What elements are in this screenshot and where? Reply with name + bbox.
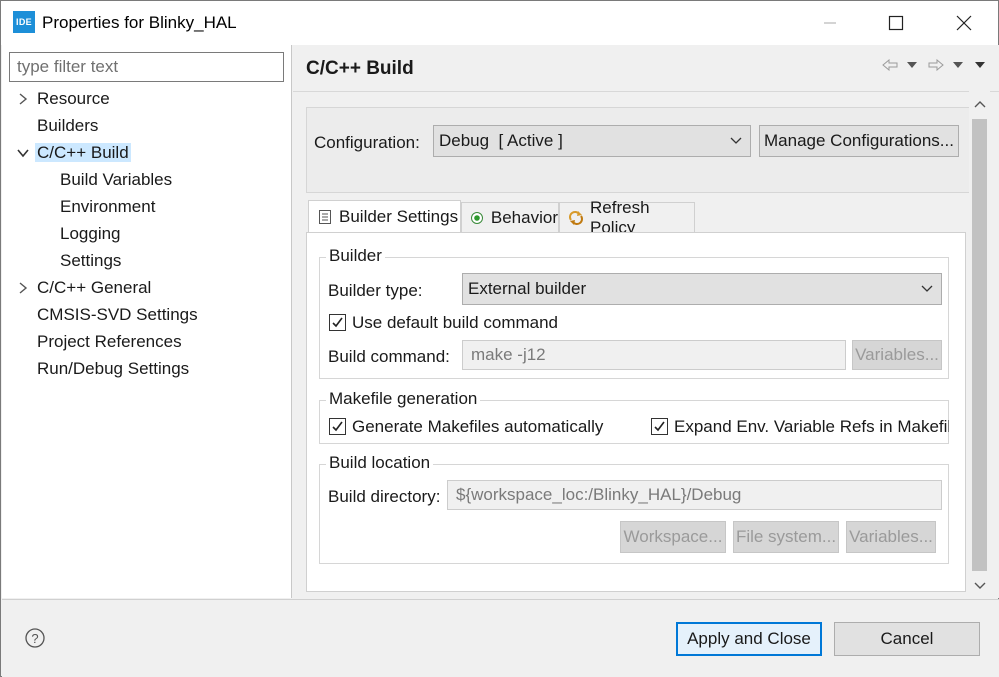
generate-makefiles-label: Generate Makefiles automatically <box>352 417 604 436</box>
tree-item-build-variables[interactable]: Build Variables <box>60 168 172 192</box>
build-command-input: make -j12 <box>462 340 846 370</box>
manage-configurations-button[interactable]: Manage Configurations... <box>759 125 959 157</box>
dialog-button-bar: ? Apply and Close Cancel <box>2 599 999 677</box>
scroll-thumb[interactable] <box>972 119 987 571</box>
cancel-button[interactable]: Cancel <box>834 622 980 656</box>
tree-item-label: Run/Debug Settings <box>37 359 190 378</box>
property-pages-panel: Resource Builders C/C++ Build Build Vari… <box>2 45 292 598</box>
workspace-button: Workspace... <box>620 521 726 553</box>
build-directory-label: Build directory: <box>328 487 441 506</box>
tree-item-label: Environment <box>60 197 156 216</box>
maximize-icon <box>888 15 904 31</box>
makefile-group-title: Makefile generation <box>326 389 481 409</box>
close-icon <box>956 15 972 31</box>
chevron-down-icon <box>921 274 933 304</box>
builder-group-title: Builder <box>326 246 385 266</box>
configuration-value: Debug [ Active ] <box>439 131 563 150</box>
minimize-button[interactable] <box>807 1 853 45</box>
configuration-label: Configuration: <box>314 133 420 152</box>
apply-and-close-button[interactable]: Apply and Close <box>676 622 822 656</box>
tree-item-label: Builders <box>37 116 99 135</box>
tab-behavior[interactable]: Behavior <box>461 202 559 232</box>
tree-item-label: Resource <box>37 89 110 108</box>
tab-builder-settings[interactable]: Builder Settings <box>308 200 461 233</box>
checkmark-icon <box>332 421 343 432</box>
tree-item-resource[interactable]: Resource <box>19 87 110 111</box>
tree-item-label: C/C++ Build <box>35 143 131 162</box>
chevron-down-icon[interactable] <box>15 141 31 165</box>
properties-dialog: IDE Properties for Blinky_HAL Resource B… <box>0 0 999 677</box>
close-button[interactable] <box>941 1 987 45</box>
help-icon[interactable]: ? <box>25 628 45 648</box>
builder-type-select[interactable]: External builder <box>462 273 942 305</box>
tree-item-label: CMSIS-SVD Settings <box>37 305 198 324</box>
forward-arrow-icon[interactable] <box>927 55 945 75</box>
tree-item-label: Build Variables <box>60 170 173 189</box>
chevron-down-icon <box>730 126 742 156</box>
expand-env-refs-checkbox[interactable] <box>651 418 668 435</box>
svg-text:?: ? <box>31 631 38 646</box>
tab-refresh-policy[interactable]: Refresh Policy <box>559 198 695 237</box>
page-navigation <box>881 55 991 75</box>
back-arrow-icon[interactable] <box>881 55 899 75</box>
tree-item-environment[interactable]: Environment <box>60 195 155 219</box>
radio-icon <box>470 210 485 226</box>
build-command-label: Build command: <box>328 347 450 366</box>
tree-item-settings[interactable]: Settings <box>60 249 121 273</box>
expand-env-refs-label: Expand Env. Variable Refs in Makefiles <box>674 417 949 436</box>
forward-menu-chevron-icon[interactable] <box>951 55 965 75</box>
use-default-command-checkbox[interactable] <box>329 314 346 331</box>
vertical-scrollbar[interactable] <box>969 91 990 598</box>
tree-item-project-references[interactable]: Project References <box>37 330 182 354</box>
tab-label: Builder Settings <box>339 207 459 226</box>
use-default-command-label: Use default build command <box>352 313 559 332</box>
tab-label: Behavior <box>490 207 558 227</box>
build-directory-input: ${workspace_loc:/Blinky_HAL}/Debug <box>447 480 942 510</box>
tree-item-cpp-general[interactable]: C/C++ General <box>19 276 152 300</box>
builder-type-value: External builder <box>468 279 587 298</box>
view-menu-icon[interactable] <box>973 55 987 75</box>
tree-item-label: C/C++ General <box>37 278 152 297</box>
build-location-group-title: Build location <box>326 453 434 473</box>
checkmark-icon <box>332 317 343 328</box>
window-title: Properties for Blinky_HAL <box>42 13 237 32</box>
configuration-select[interactable]: Debug [ Active ] <box>433 125 751 157</box>
tree-item-label: Settings <box>60 251 122 270</box>
tree-item-logging[interactable]: Logging <box>60 222 121 246</box>
tree-item-cmsis-svd[interactable]: CMSIS-SVD Settings <box>37 303 198 327</box>
ide-app-icon: IDE <box>13 11 35 33</box>
scroll-down-icon[interactable] <box>969 577 990 595</box>
refresh-icon <box>568 210 584 226</box>
tree-item-cpp-build[interactable]: C/C++ Build <box>17 141 131 165</box>
chevron-right-icon[interactable] <box>15 276 31 300</box>
tree-item-run-debug[interactable]: Run/Debug Settings <box>37 357 189 381</box>
filter-input[interactable] <box>9 52 284 82</box>
builder-settings-page: Builder Builder type: External builder U… <box>306 232 966 592</box>
location-variables-button: Variables... <box>846 521 936 553</box>
minimize-icon <box>824 22 836 24</box>
tree-item-label: Project References <box>37 332 182 351</box>
back-menu-chevron-icon[interactable] <box>905 55 919 75</box>
file-system-button: File system... <box>733 521 839 553</box>
chevron-right-icon[interactable] <box>15 87 31 111</box>
builder-type-label: Builder type: <box>328 281 423 300</box>
checkmark-icon <box>654 421 665 432</box>
maximize-button[interactable] <box>873 1 919 45</box>
builder-variables-button: Variables... <box>852 340 942 370</box>
property-page: C/C++ Build Configuration: Debug [Activ… <box>293 45 999 598</box>
list-icon <box>317 209 333 225</box>
generate-makefiles-checkbox[interactable] <box>329 418 346 435</box>
tree-item-builders[interactable]: Builders <box>37 114 98 138</box>
page-title: C/C++ Build <box>306 58 414 79</box>
tree-item-label: Logging <box>60 224 121 243</box>
scroll-up-icon[interactable] <box>969 95 990 113</box>
title-bar: IDE Properties for Blinky_HAL <box>1 1 998 45</box>
